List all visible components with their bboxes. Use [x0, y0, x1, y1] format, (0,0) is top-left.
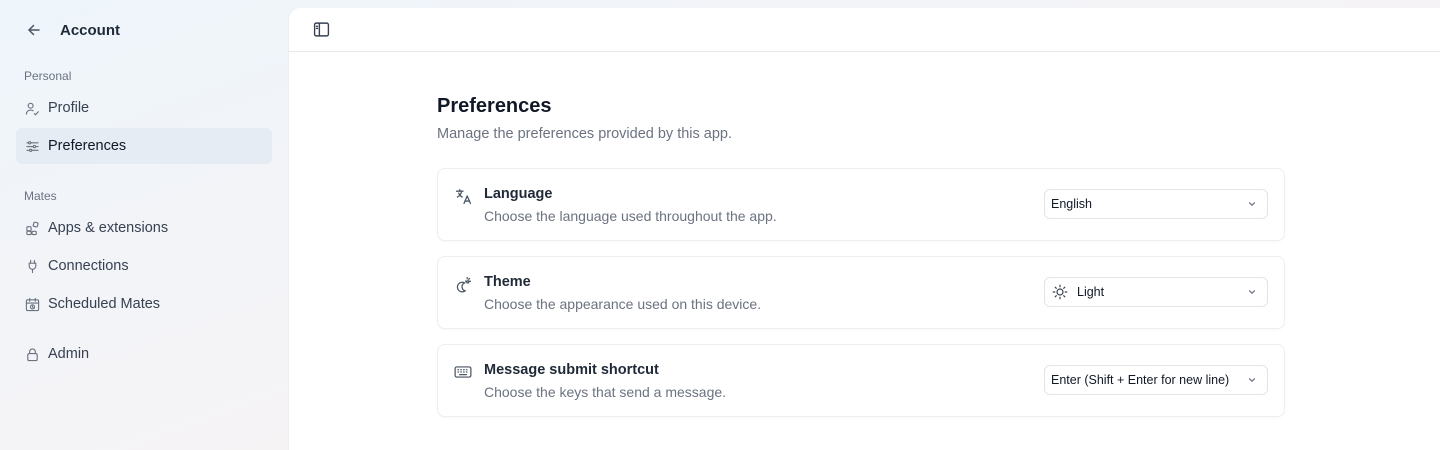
page-subtitle: Manage the preferences provided by this … — [437, 126, 733, 142]
lock-icon — [24, 346, 40, 362]
section-label-mates: Mates — [24, 189, 57, 203]
chevron-down-icon — [1245, 285, 1259, 299]
select-value: Light — [1077, 285, 1105, 299]
sidebar-item-label: Scheduled Mates — [48, 296, 161, 312]
language-card: Language Choose the language used throug… — [437, 168, 1285, 241]
sidebar: Account Personal Profile Preferences Mat… — [0, 0, 288, 450]
section-label-personal: Personal — [24, 69, 72, 83]
card-description: Choose the appearance used on this devic… — [484, 296, 762, 312]
plug-icon — [24, 258, 40, 274]
apps-icon — [24, 220, 40, 236]
theme-icon — [454, 275, 472, 293]
chevron-down-icon — [1245, 373, 1259, 387]
sliders-icon — [24, 138, 40, 154]
sidebar-item-label: Profile — [48, 100, 90, 116]
sidebar-header: Account — [16, 0, 272, 60]
language-select[interactable]: English — [1044, 189, 1268, 219]
select-value: Enter (Shift + Enter for new line) — [1051, 373, 1230, 387]
profile-icon — [24, 100, 40, 116]
sidebar-toggle-icon[interactable] — [312, 21, 330, 39]
sidebar-item-label: Preferences — [48, 138, 127, 154]
top-bar — [289, 8, 1440, 52]
sidebar-item-profile[interactable]: Profile — [16, 90, 272, 126]
sidebar-item-label: Connections — [48, 258, 129, 274]
card-title: Language — [484, 186, 553, 202]
sidebar-item-connections[interactable]: Connections — [16, 248, 272, 284]
theme-select[interactable]: Light — [1044, 277, 1268, 307]
theme-card: Theme Choose the appearance used on this… — [437, 256, 1285, 329]
card-title: Theme — [484, 274, 531, 290]
select-value: English — [1051, 197, 1092, 211]
sidebar-item-scheduled[interactable]: Scheduled Mates — [16, 286, 272, 322]
language-icon — [454, 187, 472, 205]
card-description: Choose the language used throughout the … — [484, 208, 777, 224]
card-title: Message submit shortcut — [484, 362, 659, 378]
calendar-clock-icon — [24, 296, 40, 312]
sidebar-item-apps[interactable]: Apps & extensions — [16, 210, 272, 246]
page-title: Preferences — [437, 95, 552, 117]
sidebar-item-label: Admin — [48, 346, 90, 362]
preferences-content: Preferences Manage the preferences provi… — [437, 94, 1285, 417]
keyboard-icon — [454, 363, 472, 381]
shortcut-select[interactable]: Enter (Shift + Enter for new line) — [1044, 365, 1268, 395]
sidebar-title: Account — [60, 21, 120, 39]
shortcut-card: Message submit shortcut Choose the keys … — [437, 344, 1285, 417]
sidebar-item-label: Apps & extensions — [48, 220, 169, 236]
sidebar-item-admin[interactable]: Admin — [16, 336, 272, 372]
main-panel: Preferences Manage the preferences provi… — [288, 8, 1440, 450]
chevron-down-icon — [1245, 197, 1259, 211]
sidebar-item-preferences[interactable]: Preferences — [16, 128, 272, 164]
back-arrow-icon[interactable] — [24, 20, 44, 40]
card-description: Choose the keys that send a message. — [484, 384, 727, 400]
sun-icon — [1051, 283, 1069, 301]
